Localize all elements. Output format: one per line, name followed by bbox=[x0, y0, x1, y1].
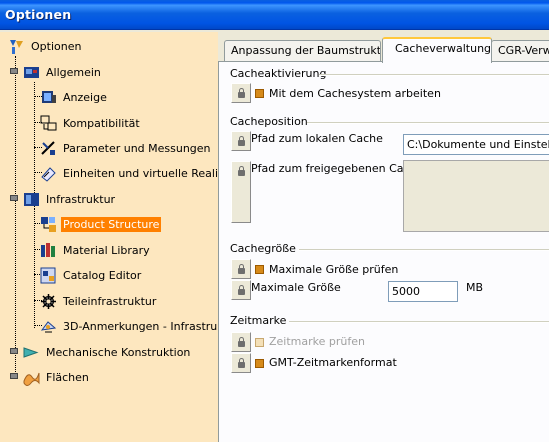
tree-item-label: Material Library bbox=[63, 243, 150, 257]
options-content: Anpassung der Baumstruktur Cacheverwaltu… bbox=[218, 32, 549, 442]
catalog-editor-icon bbox=[40, 267, 57, 284]
use-cache-label: Mit dem Cachesystem arbeiten bbox=[269, 87, 441, 100]
tree-item-label: Einheiten und virtuelle Realität bbox=[63, 166, 218, 180]
tree-item-kompatibilitaet[interactable]: Kompatibilität bbox=[40, 113, 142, 133]
tree-line bbox=[34, 208, 35, 328]
section-divider bbox=[319, 74, 549, 76]
cache-panel: Cacheaktivierung Mit dem Cachesystem arb… bbox=[218, 61, 549, 442]
expander-infrastruktur[interactable] bbox=[10, 195, 18, 201]
section-title-cachegroesse: Cachegröße bbox=[230, 242, 296, 255]
annotation-icon bbox=[40, 318, 57, 335]
material-library-icon bbox=[40, 242, 57, 259]
check-timestamp-label: Zeitmarke prüfen bbox=[269, 335, 365, 348]
shared-cache-path-input[interactable] bbox=[403, 160, 549, 232]
options-icon bbox=[8, 38, 25, 55]
tree-item-label: 3D-Anmerkungen - Infrastruktur bbox=[63, 319, 218, 333]
lock-button[interactable] bbox=[231, 83, 251, 103]
tree-item-product-structure[interactable]: Product Structure bbox=[40, 214, 162, 234]
tree-item-label: Teileinfrastruktur bbox=[63, 294, 157, 308]
tree-item-einheiten[interactable]: Einheiten und virtuelle Realität bbox=[40, 163, 218, 183]
tree-item-teileinfrastruktur[interactable]: Teileinfrastruktur bbox=[40, 291, 158, 311]
tree-item-anzeige[interactable]: Anzeige bbox=[40, 87, 109, 107]
tree-root[interactable]: Optionen bbox=[8, 36, 83, 56]
tree-item-label: Infrastruktur bbox=[46, 192, 116, 206]
tab-cgr-verwaltung[interactable]: CGR-Verw bbox=[491, 40, 549, 62]
tree-line bbox=[15, 56, 16, 376]
lock-button[interactable] bbox=[231, 332, 251, 352]
tree-item-label: Mechanische Konstruktion bbox=[46, 345, 191, 359]
lock-button[interactable] bbox=[231, 259, 251, 279]
check-timestamp-checkbox[interactable] bbox=[255, 338, 264, 347]
surfaces-icon bbox=[23, 369, 40, 386]
tree-root-label: Optionen bbox=[31, 39, 82, 53]
shared-cache-label: Pfad zum freigegebenen Cache bbox=[251, 162, 424, 175]
gear-icon bbox=[40, 293, 57, 310]
display-icon bbox=[40, 89, 57, 106]
tree-item-catalog-editor[interactable]: Catalog Editor bbox=[40, 265, 143, 285]
local-cache-path-input[interactable]: C:\Dokumente und Einstellung bbox=[403, 134, 549, 155]
lock-button[interactable] bbox=[231, 131, 251, 151]
use-cache-checkbox[interactable] bbox=[255, 89, 264, 98]
lock-button[interactable] bbox=[231, 161, 251, 223]
section-divider bbox=[289, 321, 549, 323]
tab-cacheverwaltung[interactable]: Cacheverwaltung bbox=[382, 37, 492, 63]
tree-item-mechanische-konstruktion[interactable]: Mechanische Konstruktion bbox=[23, 342, 192, 362]
max-size-input[interactable]: 5000 bbox=[388, 281, 458, 302]
tree-item-3d-anmerkungen[interactable]: 3D-Anmerkungen - Infrastruktur bbox=[40, 316, 218, 336]
parameters-icon bbox=[40, 140, 57, 157]
tree-item-label: Product Structure bbox=[61, 216, 162, 232]
section-title-cacheaktivierung: Cacheaktivierung bbox=[230, 67, 327, 80]
gmt-timestamp-checkbox[interactable] bbox=[255, 359, 264, 368]
expander-flaechen[interactable] bbox=[10, 373, 18, 379]
section-title-cacheposition: Cacheposition bbox=[230, 115, 308, 128]
infrastructure-icon bbox=[23, 191, 40, 208]
mechanical-icon bbox=[23, 344, 40, 361]
general-icon bbox=[23, 64, 40, 81]
compatibility-icon bbox=[40, 115, 57, 132]
check-max-size-label: Maximale Größe prüfen bbox=[269, 263, 399, 276]
tab-strip: Anpassung der Baumstruktur Cacheverwaltu… bbox=[218, 36, 549, 63]
tree-item-infrastruktur[interactable]: Infrastruktur bbox=[23, 189, 117, 209]
expander-mechanische-konstruktion[interactable] bbox=[10, 348, 18, 354]
section-title-zeitmarke: Zeitmarke bbox=[230, 314, 287, 327]
max-size-unit: MB bbox=[466, 281, 484, 294]
tree-item-label: Kompatibilität bbox=[63, 116, 140, 130]
window-title: Optionen bbox=[5, 7, 72, 22]
tree-item-parameter[interactable]: Parameter und Messungen bbox=[40, 138, 213, 158]
check-max-size-checkbox[interactable] bbox=[255, 265, 264, 274]
tree-item-flaechen[interactable]: Flächen bbox=[23, 367, 91, 387]
expander-allgemein[interactable] bbox=[10, 68, 18, 74]
gmt-timestamp-label: GMT-Zeitmarkenformat bbox=[269, 356, 397, 369]
tree-item-material-library[interactable]: Material Library bbox=[40, 240, 152, 260]
units-icon bbox=[40, 165, 57, 182]
lock-button[interactable] bbox=[231, 280, 251, 300]
options-tree[interactable]: Optionen Allgemein Anzeige Kompatibilitä… bbox=[0, 32, 218, 442]
section-divider bbox=[307, 122, 549, 124]
tree-item-allgemein[interactable]: Allgemein bbox=[23, 62, 103, 82]
title-bar: Optionen bbox=[0, 0, 549, 30]
tree-item-label: Catalog Editor bbox=[63, 268, 142, 282]
tab-anpassung-baumstruktur[interactable]: Anpassung der Baumstruktur bbox=[224, 40, 381, 62]
tree-item-label: Allgemein bbox=[46, 65, 101, 79]
tree-item-label: Parameter und Messungen bbox=[63, 141, 211, 155]
section-divider bbox=[299, 249, 549, 251]
local-cache-label: Pfad zum lokalen Cache bbox=[251, 132, 383, 145]
max-size-label: Maximale Größe bbox=[251, 281, 341, 294]
tree-item-label: Flächen bbox=[46, 370, 89, 384]
product-structure-icon bbox=[40, 216, 57, 233]
lock-button[interactable] bbox=[231, 353, 251, 373]
tree-item-label: Anzeige bbox=[63, 90, 107, 104]
